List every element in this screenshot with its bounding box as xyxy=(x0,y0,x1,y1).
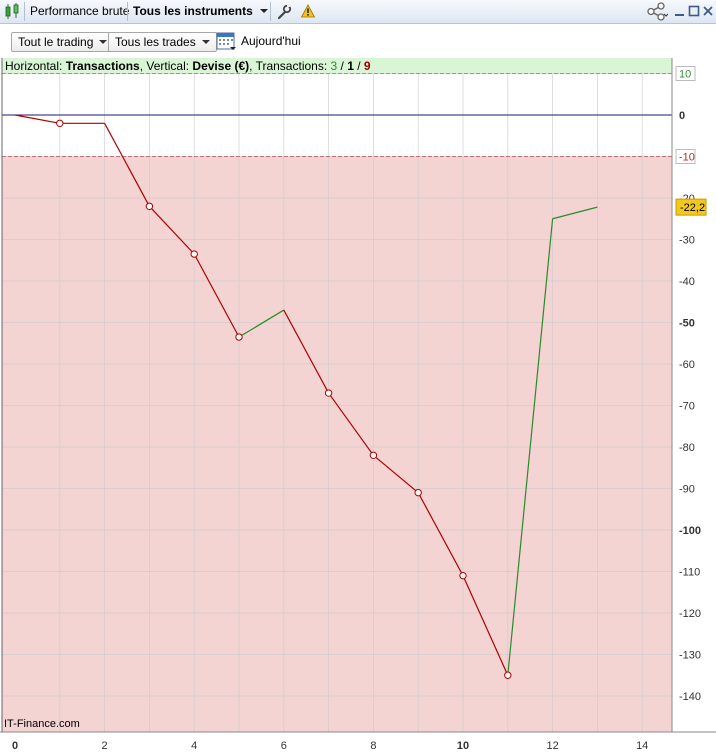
trades-filter-dropdown[interactable]: Tous les trades xyxy=(108,32,217,52)
maximize-icon[interactable] xyxy=(688,0,700,23)
horizontal-prefix: Horizontal: xyxy=(5,59,66,73)
x-tick-label: 12 xyxy=(546,740,558,752)
trading-filter-label: Tout le trading xyxy=(18,35,94,49)
transactions-prefix: , Transactions: xyxy=(249,59,331,73)
y-tick-label: -90 xyxy=(679,484,695,496)
date-range-label[interactable]: Aujourd'hui xyxy=(241,34,301,48)
instruments-label: Tous les instruments xyxy=(133,4,253,18)
transactions-neutral: 1 xyxy=(347,59,354,73)
transactions-losing: 9 xyxy=(363,59,371,73)
top-toolbar: Performance brute Tous les instruments xyxy=(0,0,716,24)
current-value-label: -22,2 xyxy=(680,202,705,214)
x-tick-label: 10 xyxy=(457,740,469,752)
x-tick-label: 6 xyxy=(281,740,287,752)
trades-filter-label: Tous les trades xyxy=(115,35,196,49)
x-tick-label: 14 xyxy=(636,740,648,752)
horizontal-value: Transactions xyxy=(65,59,140,73)
vertical-value: Devise (€) xyxy=(192,59,250,73)
share-icon[interactable] xyxy=(646,0,669,23)
series-segment xyxy=(14,114,60,124)
trade-marker xyxy=(145,202,154,211)
trade-marker xyxy=(56,119,64,128)
current-value-tag: -22,2 xyxy=(675,198,707,216)
trade-marker xyxy=(369,451,378,459)
x-tick-label: 0 xyxy=(12,740,18,752)
y-tick-label: -30 xyxy=(679,235,695,247)
trade-marker xyxy=(190,250,198,258)
instruments-dropdown[interactable]: Tous les instruments xyxy=(133,0,269,23)
close-icon[interactable] xyxy=(702,0,714,23)
x-tick-label: 4 xyxy=(191,740,197,752)
y-tick-label: -10 xyxy=(679,152,695,164)
y-axis: 100-10-20-30-40-50-60-70-80-90-100-110-1… xyxy=(675,66,701,703)
y-tick-label: -140 xyxy=(679,691,701,703)
tab-performance-brute[interactable]: Performance brute xyxy=(30,0,129,23)
y-tick-label: -120 xyxy=(679,608,701,620)
trading-filter-dropdown[interactable]: Tout le trading xyxy=(11,32,115,52)
y-tick-label: -60 xyxy=(679,359,695,371)
trade-marker xyxy=(504,671,512,679)
minimize-icon[interactable] xyxy=(674,0,686,23)
chevron-down-icon xyxy=(99,40,108,44)
x-tick-label: 8 xyxy=(370,740,376,752)
trade-marker xyxy=(414,488,422,497)
y-tick-label: -80 xyxy=(679,442,695,454)
watermark: IT-Finance.com xyxy=(4,718,80,730)
y-tick-label: -130 xyxy=(679,650,701,662)
x-tick-label: 2 xyxy=(102,740,108,752)
loss-zone xyxy=(2,156,672,732)
x-axis: 0 2 4 6 8 10 12 14 xyxy=(12,740,648,752)
y-tick-label: -40 xyxy=(679,276,695,288)
y-tick-label: -70 xyxy=(679,401,695,413)
y-tick-label: 10 xyxy=(679,69,691,81)
y-tick-label: -50 xyxy=(679,318,695,330)
performance-chart: 100-10-20-30-40-50-60-70-80-90-100-110-1… xyxy=(0,58,716,752)
y-tick-label: -110 xyxy=(679,567,700,579)
filter-toolbar: Tout le trading Tous les trades Aujourd'… xyxy=(0,24,716,58)
trade-marker xyxy=(459,571,467,580)
trade-marker xyxy=(324,389,333,397)
y-tick-label: -100 xyxy=(679,525,701,537)
trade-marker xyxy=(235,333,243,341)
candlestick-icon[interactable] xyxy=(3,0,23,23)
y-tick-label: 0 xyxy=(679,110,685,122)
separator: / xyxy=(353,59,364,73)
chart-info-bar: Horizontal: Transactions, Vertical: Devi… xyxy=(2,59,668,74)
vertical-prefix: , Vertical: xyxy=(139,59,193,73)
calendar-icon[interactable] xyxy=(216,31,237,55)
chevron-down-icon xyxy=(260,9,269,13)
wrench-icon[interactable] xyxy=(276,0,292,23)
chevron-down-icon xyxy=(201,40,210,44)
separator: / xyxy=(337,59,348,73)
warning-icon[interactable] xyxy=(300,0,316,23)
